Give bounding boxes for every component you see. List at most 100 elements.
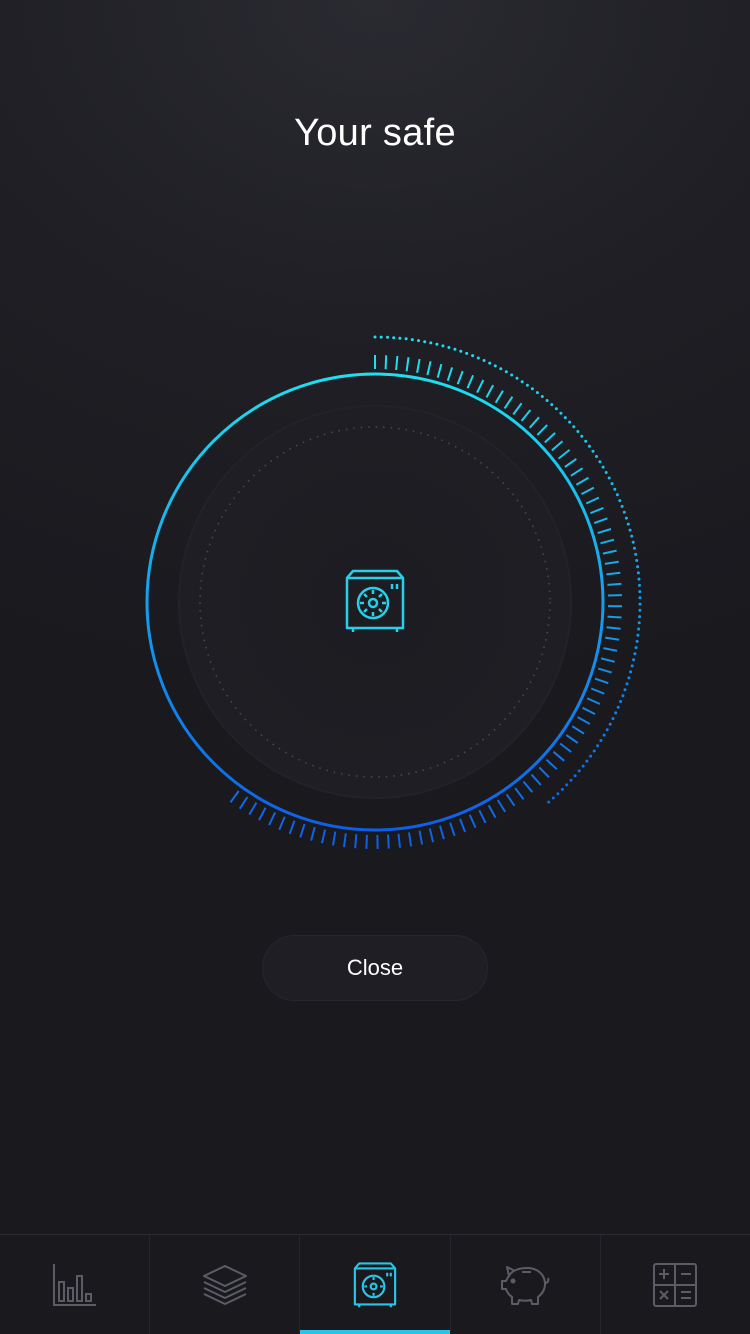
- outer-arc-dot: [596, 744, 600, 748]
- outer-arc-dot: [488, 361, 492, 365]
- progress-tick: [248, 802, 258, 816]
- progress-tick: [564, 458, 577, 468]
- progress-tick: [559, 742, 572, 753]
- outer-arc-dot: [556, 792, 560, 796]
- outer-arc-dot: [459, 349, 463, 353]
- progress-tick: [577, 716, 591, 725]
- close-button[interactable]: Close: [262, 935, 488, 1001]
- outer-arc-dot: [637, 627, 641, 631]
- progress-tick: [384, 355, 388, 370]
- progress-tick: [571, 725, 585, 735]
- progress-tick: [581, 486, 595, 495]
- tab-portfolio[interactable]: [150, 1235, 301, 1334]
- progress-tick: [494, 390, 504, 404]
- progress-tick: [545, 758, 558, 770]
- outer-arc-dot: [572, 425, 576, 429]
- outer-arc-dot: [392, 336, 396, 340]
- progress-tick: [536, 424, 548, 436]
- progress-tick: [604, 560, 619, 565]
- outer-arc-dot: [510, 373, 514, 377]
- tab-savings[interactable]: [451, 1235, 601, 1334]
- outer-arc-dot: [624, 516, 628, 520]
- outer-arc-dot: [386, 335, 389, 339]
- tab-safe[interactable]: [300, 1235, 451, 1334]
- progress-tick: [387, 834, 390, 849]
- progress-tick: [354, 834, 358, 849]
- outer-arc-dot: [435, 342, 439, 346]
- outer-arc-dot: [482, 359, 486, 362]
- tab-statistics[interactable]: [0, 1235, 151, 1334]
- screen-title: Your safe: [294, 112, 456, 154]
- outer-arc-dot: [638, 615, 642, 619]
- piggy-bank-icon: [501, 1265, 550, 1305]
- progress-tick: [552, 751, 565, 762]
- progress-tick: [528, 416, 540, 429]
- outer-arc-dot: [636, 633, 640, 637]
- outer-arc-dot: [465, 351, 469, 355]
- progress-tick: [487, 804, 497, 819]
- progress-tick: [606, 626, 621, 630]
- outer-arc-dot: [447, 346, 451, 349]
- outer-arc-dot: [471, 354, 475, 358]
- progress-tick: [606, 571, 621, 576]
- outer-arc-dot: [580, 434, 584, 438]
- progress-tick: [590, 687, 605, 695]
- progress-tick: [594, 677, 609, 685]
- outer-arc-dot: [453, 347, 457, 351]
- outer-arc-dot: [637, 621, 641, 625]
- outer-arc-dot: [605, 728, 609, 732]
- outer-arc-dot: [577, 769, 581, 773]
- progress-tick: [456, 370, 464, 385]
- progress-tick: [405, 357, 410, 372]
- progress-tick: [538, 766, 550, 778]
- outer-arc-dot: [379, 335, 383, 339]
- outer-arc-dot: [620, 504, 624, 508]
- outer-arc-dot: [634, 552, 638, 556]
- active-tab-indicator: [300, 1330, 450, 1334]
- outer-arc-dot: [604, 471, 608, 474]
- outer-arc-dot: [563, 416, 567, 420]
- outer-arc-dot: [631, 540, 635, 544]
- progress-tick: [582, 706, 596, 715]
- outer-arc-dot: [607, 476, 611, 480]
- tab-calculator[interactable]: [601, 1235, 750, 1334]
- progress-tick: [557, 449, 571, 460]
- outer-arc-dot: [621, 694, 625, 698]
- outer-arc-dot: [599, 739, 603, 742]
- progress-tick: [570, 467, 584, 477]
- outer-arc-dot: [629, 670, 633, 674]
- progress-tick: [268, 812, 277, 826]
- progress-tick: [512, 402, 523, 416]
- progress-tick: [603, 647, 618, 652]
- outer-arc-dot: [429, 341, 433, 345]
- outer-arc-dot: [598, 460, 602, 464]
- progress-tick: [439, 825, 445, 840]
- progress-tick: [607, 615, 622, 619]
- progress-tick: [496, 799, 507, 813]
- outer-arc-dot: [589, 754, 593, 758]
- progress-tick: [605, 636, 620, 641]
- progress-tick: [544, 432, 556, 444]
- progress-tick: [288, 820, 296, 835]
- outer-arc-dot: [638, 590, 642, 594]
- outer-arc-dot: [628, 528, 632, 532]
- progress-tick: [485, 384, 495, 398]
- outer-arc-dot: [630, 664, 634, 668]
- outer-arc-dot: [417, 339, 420, 343]
- outer-arc-dot: [616, 705, 620, 709]
- progress-tick: [522, 780, 534, 793]
- outer-arc-dot: [373, 335, 377, 339]
- progress-tick: [590, 506, 604, 515]
- progress-tick: [258, 807, 267, 821]
- outer-arc-dot: [404, 337, 408, 341]
- outer-arc-dot: [638, 596, 642, 600]
- outer-arc-dot: [554, 407, 558, 411]
- outer-arc-dot: [398, 336, 402, 340]
- outer-arc-dot: [587, 444, 591, 448]
- outer-arc-dot: [423, 340, 427, 344]
- progress-tick: [436, 363, 443, 378]
- outer-arc-dot: [632, 658, 636, 662]
- outer-arc-dot: [559, 411, 563, 415]
- outer-arc-dot: [584, 439, 588, 443]
- outer-arc-dot: [638, 608, 642, 612]
